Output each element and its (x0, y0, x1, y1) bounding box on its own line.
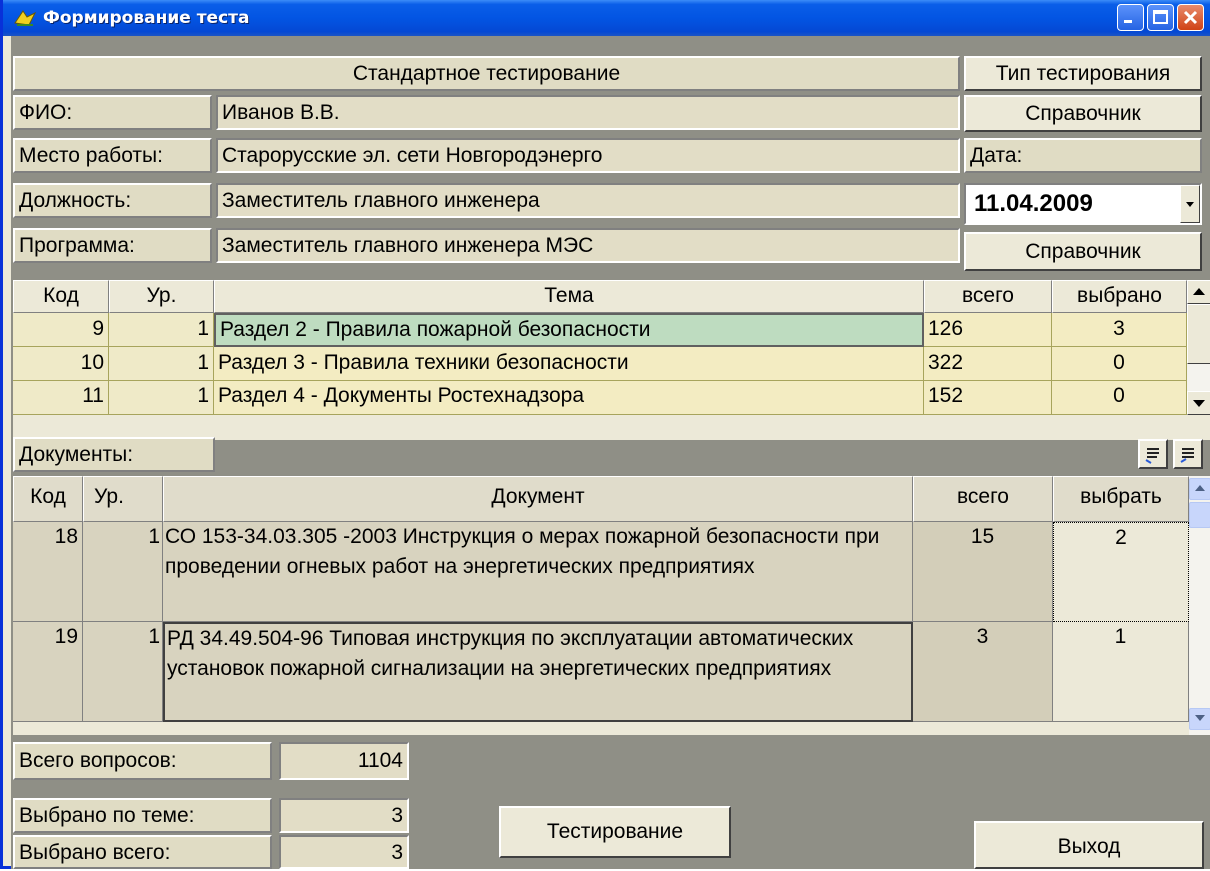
doc-col-select[interactable]: выбрать (1053, 476, 1189, 522)
topics-scroll-up-button[interactable] (1187, 280, 1210, 304)
doc-cell-name[interactable]: СО 153-34.03.305 -2003 Инструкция о мера… (163, 522, 913, 622)
scroll-down-icon (1195, 715, 1205, 721)
topic-cell-level[interactable]: 1 (109, 347, 214, 381)
collapse-icon (1180, 448, 1194, 463)
topic-cell-code[interactable]: 11 (13, 381, 109, 415)
total-questions-value: 1104 (279, 742, 409, 780)
topic-cell-level[interactable]: 1 (109, 381, 214, 415)
topics-scrollbar[interactable] (1187, 280, 1210, 415)
doc-cell-total[interactable]: 3 (913, 622, 1053, 722)
doc-cell-select-focused[interactable]: 2 (1053, 522, 1189, 622)
doc-col-level[interactable]: Ур. (83, 476, 163, 522)
topic-cell-name[interactable]: Раздел 3 - Правила техники безопасности (214, 347, 924, 381)
scroll-up-icon (1195, 485, 1205, 491)
minimize-button[interactable] (1117, 4, 1144, 31)
collapse-button[interactable] (1173, 439, 1203, 469)
date-value: 11.04.2009 (974, 190, 1093, 217)
date-dropdown-button[interactable] (1180, 185, 1200, 223)
dropdown-arrow-icon (1186, 202, 1194, 207)
doc-col-total[interactable]: всего (913, 476, 1053, 522)
close-icon (1183, 10, 1198, 25)
work-place-label: Место работы: (13, 138, 212, 173)
doc-cell-code[interactable]: 18 (13, 522, 83, 622)
position-label: Должность: (13, 183, 212, 218)
doc-cell-total[interactable]: 15 (913, 522, 1053, 622)
total-questions-label: Всего вопросов: (13, 742, 272, 780)
minimize-icon (1124, 20, 1132, 23)
documents-scroll-down-button[interactable] (1189, 708, 1210, 730)
app-icon (14, 10, 37, 26)
doc-cell-code[interactable]: 19 (13, 622, 83, 722)
topics-grid[interactable]: Код Ур. Тема всего выбрано 9 1 Раздел 2 … (13, 280, 1210, 440)
title-bar[interactable]: Формирование теста (3, 0, 1210, 36)
topic-cell-name-selected[interactable]: Раздел 2 - Правила пожарной безопасности (214, 313, 924, 347)
close-button[interactable] (1177, 4, 1204, 31)
expand-button[interactable] (1138, 439, 1168, 469)
fio-label: ФИО: (13, 95, 212, 130)
maximize-button[interactable] (1147, 4, 1174, 31)
topic-cell-level[interactable]: 1 (109, 313, 214, 347)
testing-mode-label: Стандартное тестирование (13, 56, 960, 91)
program-label: Программа: (13, 228, 212, 263)
col-level[interactable]: Ур. (109, 280, 214, 313)
doc-col-code[interactable]: Код (13, 476, 83, 522)
doc-cell-select[interactable]: 1 (1053, 622, 1189, 722)
selected-by-topic-value: 3 (279, 798, 409, 833)
work-place-field[interactable]: Старорусские эл. сети Новгородэнерго (216, 138, 960, 173)
selected-by-topic-label: Выбрано по теме: (13, 798, 272, 833)
documents-label: Документы: (13, 437, 215, 472)
doc-cell-level[interactable]: 1 (83, 622, 163, 722)
documents-grid[interactable]: Код Ур. Документ всего выбрать 18 1 СО 1… (13, 476, 1210, 735)
main-window: Формирование теста Стандартное тестирова… (0, 0, 1210, 869)
topic-cell-selected[interactable]: 0 (1052, 381, 1187, 415)
selected-total-label: Выбрано всего: (13, 835, 272, 869)
col-total[interactable]: всего (924, 280, 1052, 313)
topic-cell-code[interactable]: 9 (13, 313, 109, 347)
fio-field[interactable]: Иванов В.В. (216, 95, 960, 130)
documents-scroll-up-button[interactable] (1189, 478, 1210, 500)
selected-total-value: 3 (279, 835, 409, 869)
testing-button[interactable]: Тестирование (499, 806, 731, 858)
topic-cell-total[interactable]: 126 (924, 313, 1052, 347)
col-selected[interactable]: выбрано (1052, 280, 1187, 313)
directory-button-2[interactable]: Справочник (964, 232, 1202, 271)
testing-type-button[interactable]: Тип тестирования (964, 56, 1202, 91)
topic-cell-total[interactable]: 322 (924, 347, 1052, 381)
col-topic[interactable]: Тема (214, 280, 924, 313)
maximize-icon (1153, 10, 1168, 24)
date-label: Дата: (964, 138, 1202, 173)
client-area: Стандартное тестирование Тип тестировани… (11, 36, 1210, 869)
topic-cell-name[interactable]: Раздел 4 - Документы Ростехнадзора (214, 381, 924, 415)
documents-scroll-thumb[interactable] (1189, 502, 1210, 528)
exit-button[interactable]: Выход (974, 821, 1204, 869)
doc-col-document[interactable]: Документ (163, 476, 913, 522)
scroll-up-icon (1193, 288, 1205, 295)
expand-icon (1145, 448, 1159, 464)
col-code[interactable]: Код (13, 280, 109, 313)
topics-scroll-thumb[interactable] (1187, 304, 1210, 364)
position-field[interactable]: Заместитель главного инженера (216, 183, 960, 218)
directory-button-1[interactable]: Справочник (964, 95, 1202, 132)
topic-cell-code[interactable]: 10 (13, 347, 109, 381)
window-title: Формирование теста (43, 8, 250, 28)
documents-scrollbar[interactable] (1189, 476, 1210, 735)
scroll-down-icon (1193, 400, 1205, 407)
date-picker[interactable]: 11.04.2009 (964, 183, 1202, 225)
program-field[interactable]: Заместитель главного инженера МЭС (216, 228, 960, 263)
topic-cell-selected[interactable]: 0 (1052, 347, 1187, 381)
doc-cell-level[interactable]: 1 (83, 522, 163, 622)
topics-scroll-down-button[interactable] (1187, 391, 1210, 415)
doc-cell-name-selected[interactable]: РД 34.49.504-96 Типовая инструкция по эк… (163, 622, 913, 722)
topic-cell-total[interactable]: 152 (924, 381, 1052, 415)
topic-cell-selected[interactable]: 3 (1052, 313, 1187, 347)
